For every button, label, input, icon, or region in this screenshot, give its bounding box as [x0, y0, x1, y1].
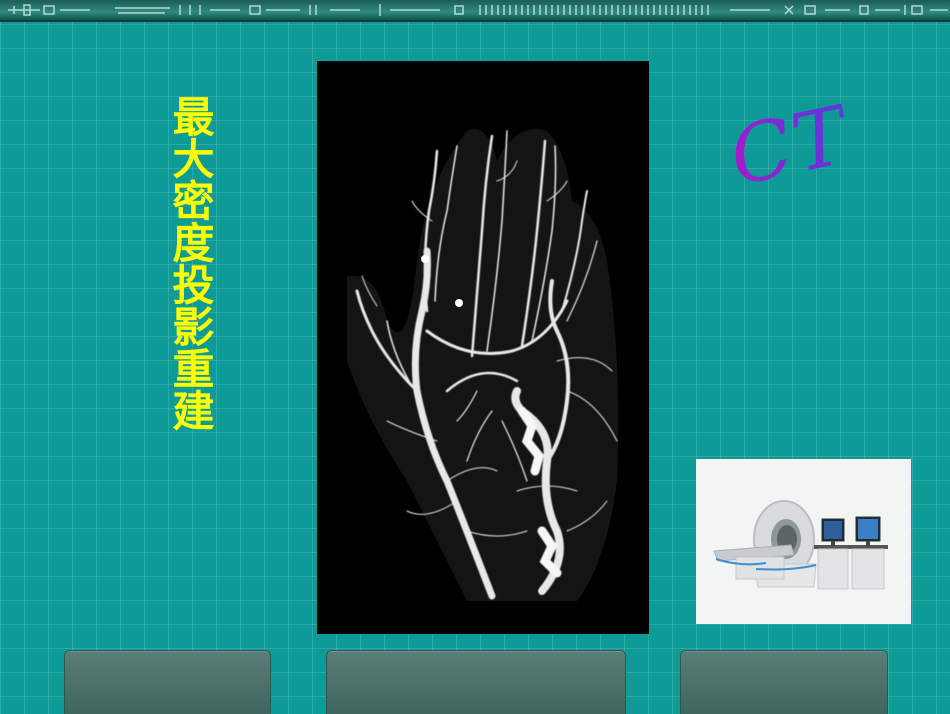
ct-label: CT — [721, 88, 858, 204]
circuit-pattern-icon — [8, 4, 948, 16]
contrast-dot — [421, 255, 429, 263]
ct-scanner-image — [696, 459, 911, 624]
header-circuit-strip — [0, 0, 950, 22]
hand-angiography-mip-icon — [317, 61, 649, 634]
slide-title-vertical: 最大密度投影重建 — [166, 95, 215, 431]
bottom-tab-left — [64, 650, 271, 714]
contrast-dot — [455, 299, 463, 307]
bottom-tab-center — [326, 650, 626, 714]
hand-angiography-image — [317, 61, 649, 634]
bottom-tab-right — [680, 650, 888, 714]
ct-scanner-icon — [696, 459, 911, 624]
